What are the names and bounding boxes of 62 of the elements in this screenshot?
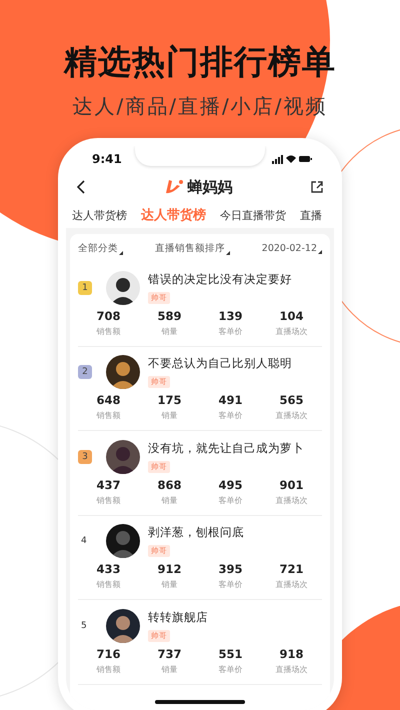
stat-label: 客单价: [218, 410, 242, 422]
tab[interactable]: 直播: [300, 208, 322, 222]
stat-value: 433: [96, 562, 120, 576]
influencer-name[interactable]: 错误的决定比没有决定要好: [148, 272, 292, 287]
back-icon[interactable]: [76, 180, 86, 194]
stat-label: 销量: [162, 664, 178, 675]
stat-value: 918: [279, 646, 304, 661]
logo-icon: [164, 179, 184, 195]
stat-value: 104: [279, 308, 304, 323]
stat-label: 销售额: [96, 579, 120, 590]
stat-label: 客单价: [218, 494, 242, 506]
influencer-name[interactable]: 剥洋葱，刨根问底: [148, 525, 244, 540]
stat-label: 销售额: [96, 326, 120, 337]
stat-value: 737: [157, 646, 182, 661]
status-icons: [272, 154, 312, 164]
rank-badge: 3: [78, 450, 92, 464]
stat-value: 912: [157, 562, 182, 576]
stat-label: 销售额: [96, 664, 120, 675]
stat-label: 销量: [162, 326, 178, 337]
stat-label: 销量: [162, 579, 178, 590]
rank-number: 5: [80, 620, 87, 631]
influencer-name[interactable]: 不要总认为自己比别人聪明: [148, 356, 292, 372]
stat-label: 直播场次: [276, 326, 308, 337]
rank-badge: 1: [78, 280, 92, 295]
share-icon[interactable]: [310, 180, 324, 194]
stat-value: 721: [279, 562, 304, 576]
tab[interactable]: 今日直播带货: [220, 208, 286, 222]
filter-dropdown[interactable]: 2020-02-12: [262, 242, 322, 254]
filter-dropdown[interactable]: 直播销售额排序: [154, 242, 230, 254]
stat-label: 销售额: [96, 410, 120, 422]
stat-label: 客单价: [218, 326, 242, 337]
filter-dropdown[interactable]: 全部分类: [78, 242, 123, 254]
stat-value: 868: [157, 478, 182, 492]
stat-value: 708: [96, 308, 120, 323]
stat-value: 175: [157, 393, 182, 408]
stat-label: 销量: [162, 494, 178, 506]
stat-value: 901: [279, 478, 304, 492]
stat-value: 716: [96, 646, 120, 661]
stat-label: 直播场次: [276, 494, 308, 506]
stat-value: 495: [218, 478, 242, 492]
stat-label: 直播场次: [276, 410, 308, 422]
stat-label: 直播场次: [276, 579, 308, 590]
rank-number: 4: [80, 536, 87, 546]
stat-value: 565: [279, 393, 304, 408]
tab[interactable]: 达人带货榜: [72, 208, 127, 222]
stat-label: 客单价: [218, 579, 242, 590]
stat-label: 直播场次: [276, 664, 308, 675]
stat-value: 551: [218, 646, 242, 661]
stat-value: 491: [218, 393, 242, 408]
stat-value: 395: [218, 562, 242, 576]
influencer-name[interactable]: 转转旗舰店: [148, 610, 208, 625]
influencer-name[interactable]: 没有坑，就先让自己成为萝卜: [148, 440, 304, 456]
stat-value: 648: [96, 393, 120, 408]
stat-value: 139: [218, 308, 242, 323]
stat-value: 589: [157, 308, 182, 323]
rank-badge: 2: [78, 365, 92, 380]
stat-label: 客单价: [218, 664, 242, 675]
stat-label: 销售额: [96, 494, 120, 506]
stat-label: 销量: [162, 410, 178, 422]
status-time: 9:41: [92, 152, 122, 166]
stat-value: 437: [96, 478, 120, 492]
app-title: 蝉妈妈: [188, 178, 232, 196]
